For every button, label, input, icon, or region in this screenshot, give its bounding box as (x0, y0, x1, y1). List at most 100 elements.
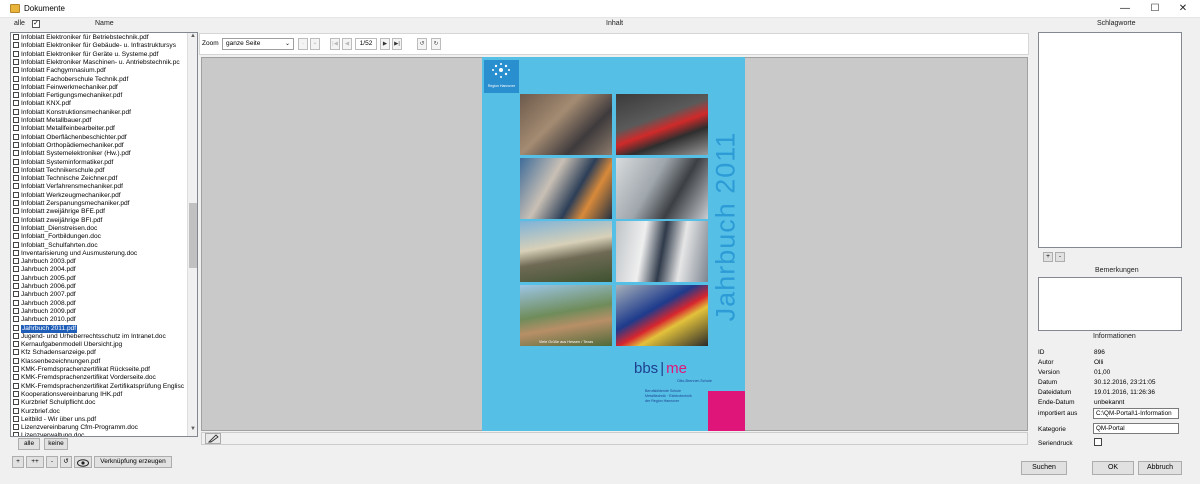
file-checkbox[interactable] (13, 274, 19, 281)
file-list-item[interactable]: Kooperationsvereinbarung IHK.pdf (11, 390, 187, 399)
scroll-down-icon[interactable]: ▼ (188, 426, 197, 435)
file-checkbox[interactable] (13, 390, 19, 397)
file-list-item[interactable]: Infoblatt Metallbauer.pdf (11, 117, 187, 125)
first-page-icon[interactable]: |◀ (330, 38, 340, 50)
serial-print-checkbox[interactable] (1094, 438, 1102, 446)
file-list-item[interactable]: Infoblatt KNX.pdf (11, 100, 187, 108)
file-list-item[interactable]: Infoblatt_Dienstreisen.doc (11, 224, 187, 233)
file-checkbox[interactable] (13, 233, 19, 240)
file-checkbox[interactable] (13, 100, 19, 107)
file-list-item[interactable]: Infoblatt_Schulfahrten.doc (11, 241, 187, 250)
file-checkbox[interactable] (13, 399, 19, 406)
file-checkbox[interactable] (13, 258, 19, 265)
file-checkbox[interactable] (13, 75, 19, 82)
file-checkbox[interactable] (13, 224, 19, 231)
file-list-item[interactable]: Infoblatt Elektroniker für Betriebstechn… (11, 34, 187, 42)
select-none-button[interactable]: keine (44, 438, 68, 450)
imported-from-field[interactable]: C:\QM-Portal\1-Information (1093, 408, 1179, 419)
file-checkbox[interactable] (13, 216, 19, 223)
file-list-item[interactable]: Lizenzverwaltung.doc (11, 432, 187, 436)
file-checkbox[interactable] (13, 166, 19, 173)
file-list-item[interactable]: Infoblatt zweijährige BFE.pdf (11, 208, 187, 216)
file-list-item[interactable]: Infoblatt zweijährige BFI.pdf (11, 216, 187, 225)
add-many-button[interactable]: ++ (26, 456, 44, 468)
file-checkbox[interactable] (13, 424, 19, 431)
file-list-item[interactable]: Jahrbuch 2010.pdf (11, 316, 187, 324)
file-checkbox[interactable] (13, 291, 19, 298)
file-list-item[interactable]: Infoblatt Elektroniker für Gebäude- u. I… (11, 42, 187, 50)
add-button[interactable]: + (12, 456, 24, 468)
file-checkbox[interactable] (13, 50, 19, 57)
file-checkbox[interactable] (13, 382, 19, 389)
file-list[interactable]: Infoblatt Elektroniker für Betriebstechn… (10, 32, 198, 437)
file-checkbox[interactable] (13, 34, 19, 40)
refresh-button[interactable]: ↺ (60, 456, 72, 468)
file-checkbox[interactable] (13, 150, 19, 157)
file-list-item[interactable]: Infoblatt Konstruktionsmechaniker.pdf (11, 108, 187, 117)
file-list-item[interactable]: Infoblatt Metallfeinbearbeiter.pdf (11, 125, 187, 133)
zoom-in-button[interactable]: + (310, 38, 320, 50)
file-list-scrollbar[interactable]: ▲ ▼ (187, 33, 197, 436)
file-list-item[interactable]: Lizenzvereinbarung Cfm-Programm.doc (11, 424, 187, 432)
file-list-item[interactable]: Kernaufgabenmodell Übersicht.jpg (11, 341, 187, 349)
file-list-item[interactable]: Kfz Schadensanzeige.pdf (11, 349, 187, 357)
file-list-item[interactable]: Infoblatt Fachgymnasium.pdf (11, 67, 187, 75)
file-checkbox[interactable] (13, 266, 19, 273)
rotate-left-icon[interactable]: ↺ (417, 38, 427, 50)
file-list-item[interactable]: Jahrbuch 2008.pdf (11, 299, 187, 308)
file-checkbox[interactable] (13, 83, 19, 90)
file-checkbox[interactable] (13, 208, 19, 215)
file-list-item[interactable]: Infoblatt Fachoberschule Technik.pdf (11, 75, 187, 84)
file-list-item[interactable]: Infoblatt Verfahrensmechaniker.pdf (11, 183, 187, 191)
file-list-item[interactable]: Jahrbuch 2006.pdf (11, 283, 187, 291)
file-list-item[interactable]: Jahrbuch 2004.pdf (11, 266, 187, 274)
file-checkbox[interactable] (13, 324, 19, 331)
file-checkbox[interactable] (13, 241, 19, 248)
page-indicator[interactable]: 1/52 (355, 38, 377, 50)
select-all-button[interactable]: alle (18, 438, 40, 450)
create-link-button[interactable]: Verknüpfung erzeugen (94, 456, 172, 468)
file-list-item[interactable]: Leitbild - Wir über uns.pdf (11, 415, 187, 424)
file-list-item[interactable]: Infoblatt Elektroniker Maschinen- u. Ant… (11, 58, 187, 67)
file-checkbox[interactable] (13, 349, 19, 356)
zoom-out-button[interactable]: - (298, 38, 308, 50)
remarks-box[interactable] (1038, 277, 1182, 331)
file-list-item[interactable]: Jahrbuch 2003.pdf (11, 258, 187, 266)
file-checkbox[interactable] (13, 92, 19, 99)
file-checkbox[interactable] (13, 316, 19, 323)
file-list-item[interactable]: Infoblatt Werkzeugmechaniker.pdf (11, 191, 187, 200)
keywords-box[interactable] (1038, 32, 1182, 248)
file-checkbox[interactable] (13, 374, 19, 381)
file-checkbox[interactable] (13, 332, 19, 339)
file-list-item[interactable]: KMK-Fremdsprachenzertifikat Vorderseite.… (11, 374, 187, 382)
file-checkbox[interactable] (13, 249, 19, 256)
maximize-button[interactable]: ☐ (1140, 2, 1170, 16)
search-button[interactable]: Suchen (1021, 461, 1067, 475)
zoom-select[interactable]: ganze Seite ⌄ (222, 38, 294, 50)
file-list-item[interactable]: Jugend- und Urheberrechtsschutz im Intra… (11, 332, 187, 341)
file-list-item[interactable]: Infoblatt Technische Zeichner.pdf (11, 175, 187, 183)
file-checkbox[interactable] (13, 200, 19, 206)
file-list-item[interactable]: Infoblatt Technikerschule.pdf (11, 166, 187, 175)
file-checkbox[interactable] (13, 67, 19, 74)
annotate-button[interactable] (205, 433, 221, 444)
minimize-button[interactable]: — (1110, 2, 1140, 16)
file-checkbox[interactable] (13, 175, 19, 182)
file-list-item[interactable]: Infoblatt Zerspanungsmechaniker.pdf (11, 200, 187, 208)
category-field[interactable]: QM-Portal (1093, 423, 1179, 434)
file-list-item[interactable]: Kurzbrief Schulpflicht.doc (11, 399, 187, 407)
file-checkbox[interactable] (13, 117, 19, 123)
add-keyword-button[interactable]: + (1043, 252, 1053, 262)
select-all-checkbox[interactable]: ✓ (32, 20, 40, 28)
close-button[interactable]: ✕ (1168, 2, 1198, 16)
file-list-item[interactable]: Kurzbrief.doc (11, 407, 187, 416)
file-checkbox[interactable] (13, 42, 19, 49)
file-list-item[interactable]: Infoblatt Elektroniker für Geräte u. Sys… (11, 50, 187, 59)
file-checkbox[interactable] (13, 366, 19, 372)
file-list-item[interactable]: Infoblatt_Fortbildungen.doc (11, 233, 187, 241)
file-checkbox[interactable] (13, 183, 19, 190)
view-button[interactable] (74, 456, 92, 468)
file-list-item[interactable]: KMK-Fremdsprachenzertifikat Zertifikatsp… (11, 382, 187, 391)
file-list-item[interactable]: Jahrbuch 2007.pdf (11, 291, 187, 299)
file-list-item[interactable]: Jahrbuch 2005.pdf (11, 274, 187, 283)
